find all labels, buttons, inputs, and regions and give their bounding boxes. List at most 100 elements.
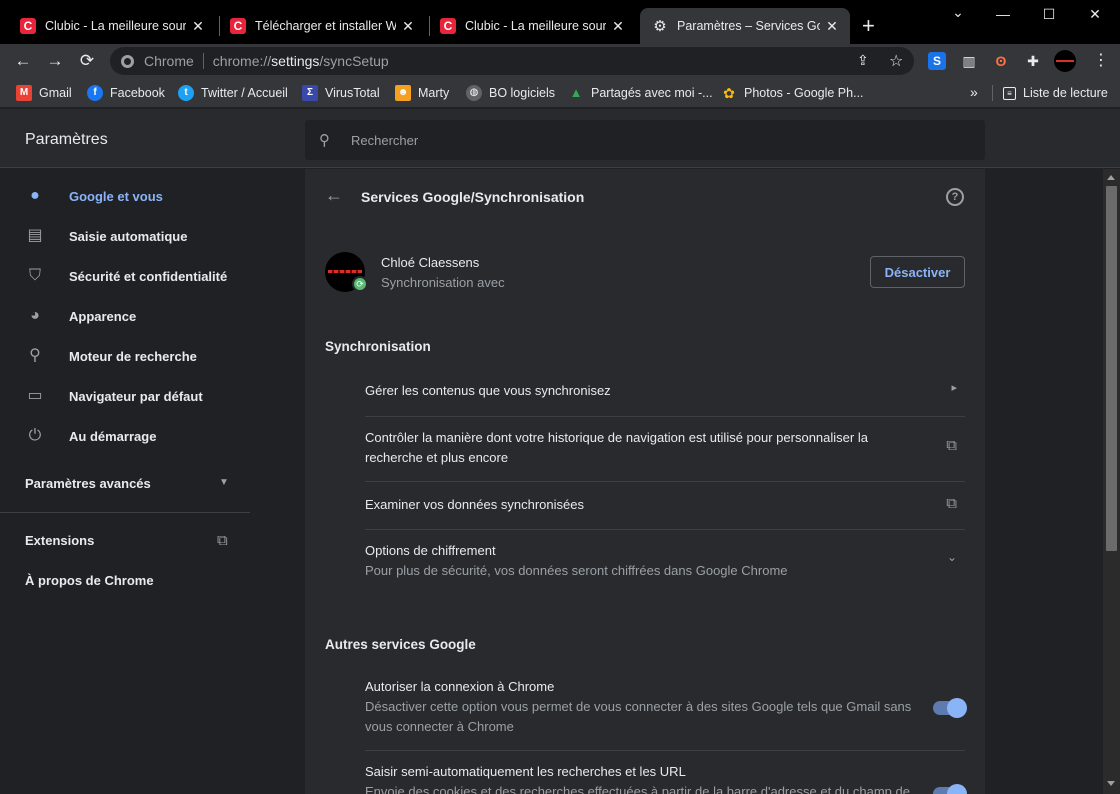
autocomplete-toggle[interactable] [933, 784, 967, 794]
sidebar-item-label: Au démarrage [69, 428, 157, 444]
scroll-thumb[interactable] [1106, 186, 1117, 551]
chevron-down-icon: ⌄ [946, 550, 957, 564]
sidebar-item-label: Saisie automatique [69, 228, 188, 244]
tab-clubic-1[interactable]: C Clubic - La meilleure source d'informa… [0, 8, 216, 44]
sidebar-item-label: Google et vous [69, 188, 163, 204]
sidebar-item-navigateur-defaut[interactable]: ▭ Navigateur par défaut [0, 376, 260, 416]
sidebar-item-au-demarrage[interactable]: ⏻ Au démarrage [0, 416, 260, 456]
encryption-options-row[interactable]: Options de chiffrement Pour plus de sécu… [365, 530, 965, 590]
back-arrow-icon[interactable]: ← [325, 185, 343, 206]
reading-list-button[interactable]: ≡ Liste de lecture [1003, 84, 1108, 102]
url-text[interactable]: chrome://settings/syncSetup [213, 53, 389, 69]
person-icon: ● [30, 187, 40, 204]
bookmarks-bar: M Gmail f Facebook t Twitter / Accueil Σ Vir… [0, 78, 1120, 108]
sidebar-item-label: Sécurité et confidentialité [69, 268, 228, 284]
sidebar-item-saisie-automatique[interactable]: ▤ Saisie automatique [0, 216, 260, 256]
search-icon: ⚲ [319, 132, 330, 149]
review-synced-data-row[interactable]: Examiner vos données synchronisées ⧉ [365, 482, 965, 529]
scroll-up-icon[interactable] [1107, 175, 1115, 180]
maximize-button[interactable]: ☐ [1026, 6, 1072, 26]
sidebar: ● Google et vous ▤ Saisie automatique ⛉ … [0, 169, 305, 794]
scrollbar[interactable] [1103, 169, 1120, 794]
history-control-row[interactable]: Contrôler la manière dont votre historiq… [365, 417, 965, 481]
sidebar-extensions-link[interactable]: Extensions [25, 533, 94, 548]
clipboard-icon: ▤ [27, 227, 43, 244]
tab-settings[interactable]: ⚙ Paramètres – Services Google ✕ [640, 8, 850, 44]
allow-chrome-signin-row: Autoriser la connexion à Chrome Désactiv… [365, 676, 967, 750]
allow-signin-toggle[interactable] [933, 698, 967, 718]
clubic-icon: C [230, 18, 246, 34]
palette-icon: ◕ [30, 307, 40, 324]
close-window-button[interactable]: ✕ [1072, 6, 1118, 26]
bookmark-virustotal[interactable]: Σ VirusTotal [302, 84, 380, 102]
sync-section-heading: Synchronisation [325, 339, 431, 354]
photos-icon: ✿ [723, 85, 735, 101]
power-icon: ⏻ [28, 427, 42, 444]
origin-label: Chrome [144, 53, 194, 69]
autocomplete-searches-row: Saisir semi-automatiquement les recherch… [365, 761, 967, 794]
virustotal-icon: Σ [302, 85, 318, 101]
close-tab-icon[interactable]: ✕ [824, 18, 840, 35]
tab-search-icon[interactable]: ⌄ [935, 4, 981, 24]
scroll-down-icon[interactable] [1107, 781, 1115, 786]
help-icon[interactable]: ? [946, 188, 964, 206]
sidebar-item-securite[interactable]: ⛉ Sécurité et confidentialité [0, 256, 260, 296]
bookmark-photos[interactable]: ✿ Photos - Google Ph... [721, 84, 863, 102]
toolbar: ← → ⟳ Chrome chrome://settings/syncSetup… [0, 44, 1120, 78]
sidebar-item-label: Apparence [69, 308, 137, 324]
bookmark-gmail[interactable]: M Gmail [16, 84, 72, 102]
reload-button[interactable]: ⟳ [76, 50, 98, 72]
puzzle-icon[interactable]: ✚ [1024, 52, 1042, 70]
menu-icon[interactable]: ⋮ [1090, 50, 1112, 72]
sidebar-about-chrome[interactable]: À propos de Chrome [25, 573, 154, 588]
close-tab-icon[interactable]: ✕ [190, 18, 206, 35]
bookmark-star-icon[interactable]: ☆ [889, 51, 903, 71]
address-bar[interactable]: Chrome chrome://settings/syncSetup ⇪ ☆ [110, 47, 914, 75]
reading-list-icon: ≡ [1003, 86, 1016, 100]
account-sync-status: Synchronisation avec [381, 275, 505, 290]
advanced-settings-toggle[interactable]: Paramètres avancés [25, 476, 151, 491]
clubic-icon: C [440, 18, 456, 34]
external-link-icon[interactable]: ⧉ [217, 532, 228, 549]
hub-extension-icon[interactable]: ʘ [992, 52, 1010, 70]
caret-down-icon[interactable]: ▼ [219, 477, 229, 488]
gear-icon: ⚙ [653, 18, 667, 35]
facebook-icon: f [87, 85, 103, 101]
new-tab-button[interactable]: + [862, 15, 875, 37]
turn-off-sync-button[interactable]: Désactiver [870, 256, 965, 288]
settings-search[interactable]: ⚲ [305, 120, 985, 160]
external-link-icon: ⧉ [946, 495, 957, 512]
bookmark-drive[interactable]: ▲ Partagés avec moi -... [568, 84, 713, 102]
search-input[interactable] [351, 132, 951, 148]
forward-button[interactable]: → [44, 50, 66, 72]
chrome-site-icon[interactable] [121, 54, 134, 68]
sidebar-item-moteur-recherche[interactable]: ⚲ Moteur de recherche [0, 336, 260, 376]
minimize-button[interactable]: — [980, 6, 1026, 26]
external-link-icon: ⧉ [946, 437, 957, 454]
bookmark-facebook[interactable]: f Facebook [87, 84, 165, 102]
profile-avatar[interactable] [1054, 50, 1076, 72]
share-icon[interactable]: ⇪ [857, 52, 869, 69]
search-icon: ⚲ [29, 347, 41, 364]
back-button[interactable]: ← [12, 50, 34, 72]
bookmark-marty[interactable]: ☻ Marty [395, 84, 449, 102]
account-name: Chloé Claessens [381, 255, 480, 270]
bookmark-twitter[interactable]: t Twitter / Accueil [178, 84, 288, 102]
page-background [985, 169, 1103, 794]
close-tab-icon[interactable]: ✕ [400, 18, 416, 35]
tab-title: Paramètres – Services Google [677, 19, 820, 33]
marty-icon: ☻ [395, 85, 411, 101]
trash-extension-icon[interactable]: ▥ [960, 52, 978, 70]
close-tab-icon[interactable]: ✕ [610, 18, 626, 35]
manage-sync-row[interactable]: Gérer les contenus que vous synchronisez… [365, 371, 965, 417]
bookmark-bo-logiciels[interactable]: ◍ BO logiciels [466, 84, 555, 102]
other-services-heading: Autres services Google [325, 637, 476, 652]
tab-telecharger[interactable]: C Télécharger et installer Windows ✕ [210, 8, 426, 44]
s-extension-icon[interactable]: S [928, 52, 946, 70]
sidebar-item-apparence[interactable]: ◕ Apparence [0, 296, 260, 336]
sidebar-item-label: Navigateur par défaut [69, 388, 203, 404]
tab-title: Clubic - La meilleure source d'informati… [45, 19, 186, 33]
tab-clubic-2[interactable]: C Clubic - La meilleure source d'informa… [420, 8, 636, 44]
more-bookmarks-icon[interactable]: » [970, 84, 978, 100]
sidebar-item-google-et-vous[interactable]: ● Google et vous [0, 176, 260, 216]
